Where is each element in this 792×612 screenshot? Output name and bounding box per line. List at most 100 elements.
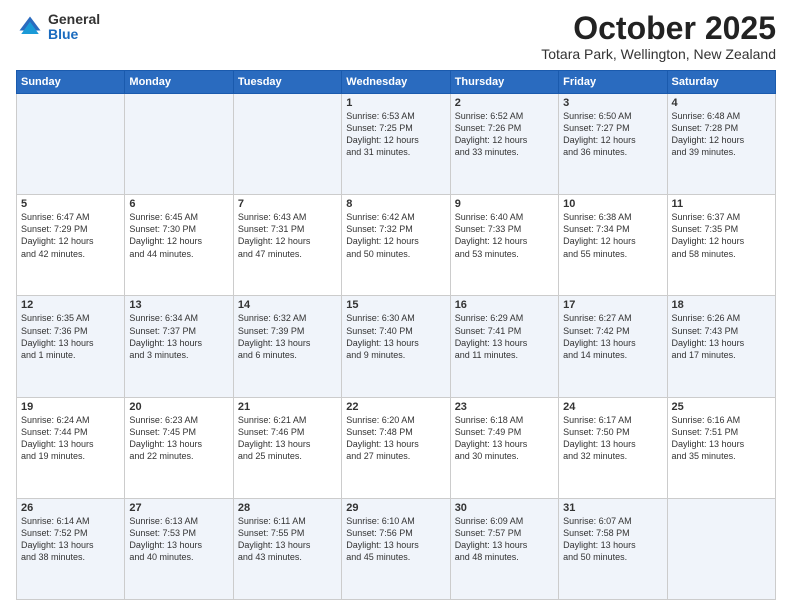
col-header-thursday: Thursday [450, 71, 558, 94]
day-info: Sunrise: 6:48 AM Sunset: 7:28 PM Dayligh… [672, 110, 771, 159]
day-cell: 4Sunrise: 6:48 AM Sunset: 7:28 PM Daylig… [667, 94, 775, 195]
day-info: Sunrise: 6:47 AM Sunset: 7:29 PM Dayligh… [21, 211, 120, 260]
day-number: 30 [455, 502, 554, 514]
day-cell: 28Sunrise: 6:11 AM Sunset: 7:55 PM Dayli… [233, 498, 341, 599]
day-info: Sunrise: 6:13 AM Sunset: 7:53 PM Dayligh… [129, 515, 228, 564]
day-number: 3 [563, 97, 662, 109]
generalblue-logo-icon [16, 13, 44, 41]
logo-text: General Blue [48, 12, 100, 43]
day-number: 20 [129, 401, 228, 413]
day-info: Sunrise: 6:17 AM Sunset: 7:50 PM Dayligh… [563, 414, 662, 463]
day-cell: 22Sunrise: 6:20 AM Sunset: 7:48 PM Dayli… [342, 397, 450, 498]
title-block: October 2025 Totara Park, Wellington, Ne… [541, 12, 776, 62]
day-number: 18 [672, 299, 771, 311]
day-cell: 3Sunrise: 6:50 AM Sunset: 7:27 PM Daylig… [559, 94, 667, 195]
day-info: Sunrise: 6:50 AM Sunset: 7:27 PM Dayligh… [563, 110, 662, 159]
day-cell: 31Sunrise: 6:07 AM Sunset: 7:58 PM Dayli… [559, 498, 667, 599]
day-info: Sunrise: 6:07 AM Sunset: 7:58 PM Dayligh… [563, 515, 662, 564]
day-info: Sunrise: 6:23 AM Sunset: 7:45 PM Dayligh… [129, 414, 228, 463]
day-info: Sunrise: 6:45 AM Sunset: 7:30 PM Dayligh… [129, 211, 228, 260]
day-number: 16 [455, 299, 554, 311]
day-info: Sunrise: 6:40 AM Sunset: 7:33 PM Dayligh… [455, 211, 554, 260]
day-number: 27 [129, 502, 228, 514]
day-cell: 17Sunrise: 6:27 AM Sunset: 7:42 PM Dayli… [559, 296, 667, 397]
day-number: 31 [563, 502, 662, 514]
day-number: 1 [346, 97, 445, 109]
day-cell: 29Sunrise: 6:10 AM Sunset: 7:56 PM Dayli… [342, 498, 450, 599]
day-cell: 30Sunrise: 6:09 AM Sunset: 7:57 PM Dayli… [450, 498, 558, 599]
day-number: 28 [238, 502, 337, 514]
day-info: Sunrise: 6:09 AM Sunset: 7:57 PM Dayligh… [455, 515, 554, 564]
day-number: 24 [563, 401, 662, 413]
logo: General Blue [16, 12, 100, 43]
day-number: 9 [455, 198, 554, 210]
week-row-5: 26Sunrise: 6:14 AM Sunset: 7:52 PM Dayli… [17, 498, 776, 599]
day-number: 7 [238, 198, 337, 210]
day-info: Sunrise: 6:21 AM Sunset: 7:46 PM Dayligh… [238, 414, 337, 463]
day-cell: 27Sunrise: 6:13 AM Sunset: 7:53 PM Dayli… [125, 498, 233, 599]
week-row-4: 19Sunrise: 6:24 AM Sunset: 7:44 PM Dayli… [17, 397, 776, 498]
col-header-tuesday: Tuesday [233, 71, 341, 94]
day-number: 21 [238, 401, 337, 413]
day-cell: 21Sunrise: 6:21 AM Sunset: 7:46 PM Dayli… [233, 397, 341, 498]
day-number: 10 [563, 198, 662, 210]
day-number: 23 [455, 401, 554, 413]
header: General Blue October 2025 Totara Park, W… [16, 12, 776, 62]
week-row-2: 5Sunrise: 6:47 AM Sunset: 7:29 PM Daylig… [17, 195, 776, 296]
day-cell: 16Sunrise: 6:29 AM Sunset: 7:41 PM Dayli… [450, 296, 558, 397]
day-info: Sunrise: 6:37 AM Sunset: 7:35 PM Dayligh… [672, 211, 771, 260]
header-row: SundayMondayTuesdayWednesdayThursdayFrid… [17, 71, 776, 94]
day-info: Sunrise: 6:34 AM Sunset: 7:37 PM Dayligh… [129, 312, 228, 361]
day-cell: 10Sunrise: 6:38 AM Sunset: 7:34 PM Dayli… [559, 195, 667, 296]
day-cell: 8Sunrise: 6:42 AM Sunset: 7:32 PM Daylig… [342, 195, 450, 296]
day-cell: 23Sunrise: 6:18 AM Sunset: 7:49 PM Dayli… [450, 397, 558, 498]
day-number: 13 [129, 299, 228, 311]
location: Totara Park, Wellington, New Zealand [541, 46, 776, 62]
day-info: Sunrise: 6:32 AM Sunset: 7:39 PM Dayligh… [238, 312, 337, 361]
day-number: 26 [21, 502, 120, 514]
month-title: October 2025 [541, 12, 776, 44]
day-cell: 11Sunrise: 6:37 AM Sunset: 7:35 PM Dayli… [667, 195, 775, 296]
day-cell: 6Sunrise: 6:45 AM Sunset: 7:30 PM Daylig… [125, 195, 233, 296]
day-cell: 18Sunrise: 6:26 AM Sunset: 7:43 PM Dayli… [667, 296, 775, 397]
day-info: Sunrise: 6:29 AM Sunset: 7:41 PM Dayligh… [455, 312, 554, 361]
day-cell: 9Sunrise: 6:40 AM Sunset: 7:33 PM Daylig… [450, 195, 558, 296]
day-info: Sunrise: 6:18 AM Sunset: 7:49 PM Dayligh… [455, 414, 554, 463]
day-info: Sunrise: 6:27 AM Sunset: 7:42 PM Dayligh… [563, 312, 662, 361]
day-number: 17 [563, 299, 662, 311]
day-cell: 12Sunrise: 6:35 AM Sunset: 7:36 PM Dayli… [17, 296, 125, 397]
col-header-monday: Monday [125, 71, 233, 94]
day-cell: 19Sunrise: 6:24 AM Sunset: 7:44 PM Dayli… [17, 397, 125, 498]
col-header-sunday: Sunday [17, 71, 125, 94]
day-cell [233, 94, 341, 195]
col-header-saturday: Saturday [667, 71, 775, 94]
day-info: Sunrise: 6:38 AM Sunset: 7:34 PM Dayligh… [563, 211, 662, 260]
day-number: 15 [346, 299, 445, 311]
day-cell: 7Sunrise: 6:43 AM Sunset: 7:31 PM Daylig… [233, 195, 341, 296]
col-header-wednesday: Wednesday [342, 71, 450, 94]
page: General Blue October 2025 Totara Park, W… [0, 0, 792, 612]
day-info: Sunrise: 6:42 AM Sunset: 7:32 PM Dayligh… [346, 211, 445, 260]
day-info: Sunrise: 6:52 AM Sunset: 7:26 PM Dayligh… [455, 110, 554, 159]
col-header-friday: Friday [559, 71, 667, 94]
day-info: Sunrise: 6:20 AM Sunset: 7:48 PM Dayligh… [346, 414, 445, 463]
day-cell: 24Sunrise: 6:17 AM Sunset: 7:50 PM Dayli… [559, 397, 667, 498]
day-number: 14 [238, 299, 337, 311]
calendar-table: SundayMondayTuesdayWednesdayThursdayFrid… [16, 70, 776, 600]
day-info: Sunrise: 6:26 AM Sunset: 7:43 PM Dayligh… [672, 312, 771, 361]
day-number: 19 [21, 401, 120, 413]
day-number: 29 [346, 502, 445, 514]
day-number: 4 [672, 97, 771, 109]
week-row-3: 12Sunrise: 6:35 AM Sunset: 7:36 PM Dayli… [17, 296, 776, 397]
logo-blue-text: Blue [48, 27, 100, 42]
day-info: Sunrise: 6:53 AM Sunset: 7:25 PM Dayligh… [346, 110, 445, 159]
week-row-1: 1Sunrise: 6:53 AM Sunset: 7:25 PM Daylig… [17, 94, 776, 195]
day-cell: 20Sunrise: 6:23 AM Sunset: 7:45 PM Dayli… [125, 397, 233, 498]
day-number: 22 [346, 401, 445, 413]
day-number: 11 [672, 198, 771, 210]
day-cell [667, 498, 775, 599]
day-info: Sunrise: 6:24 AM Sunset: 7:44 PM Dayligh… [21, 414, 120, 463]
logo-general-text: General [48, 12, 100, 27]
day-cell: 25Sunrise: 6:16 AM Sunset: 7:51 PM Dayli… [667, 397, 775, 498]
day-info: Sunrise: 6:14 AM Sunset: 7:52 PM Dayligh… [21, 515, 120, 564]
